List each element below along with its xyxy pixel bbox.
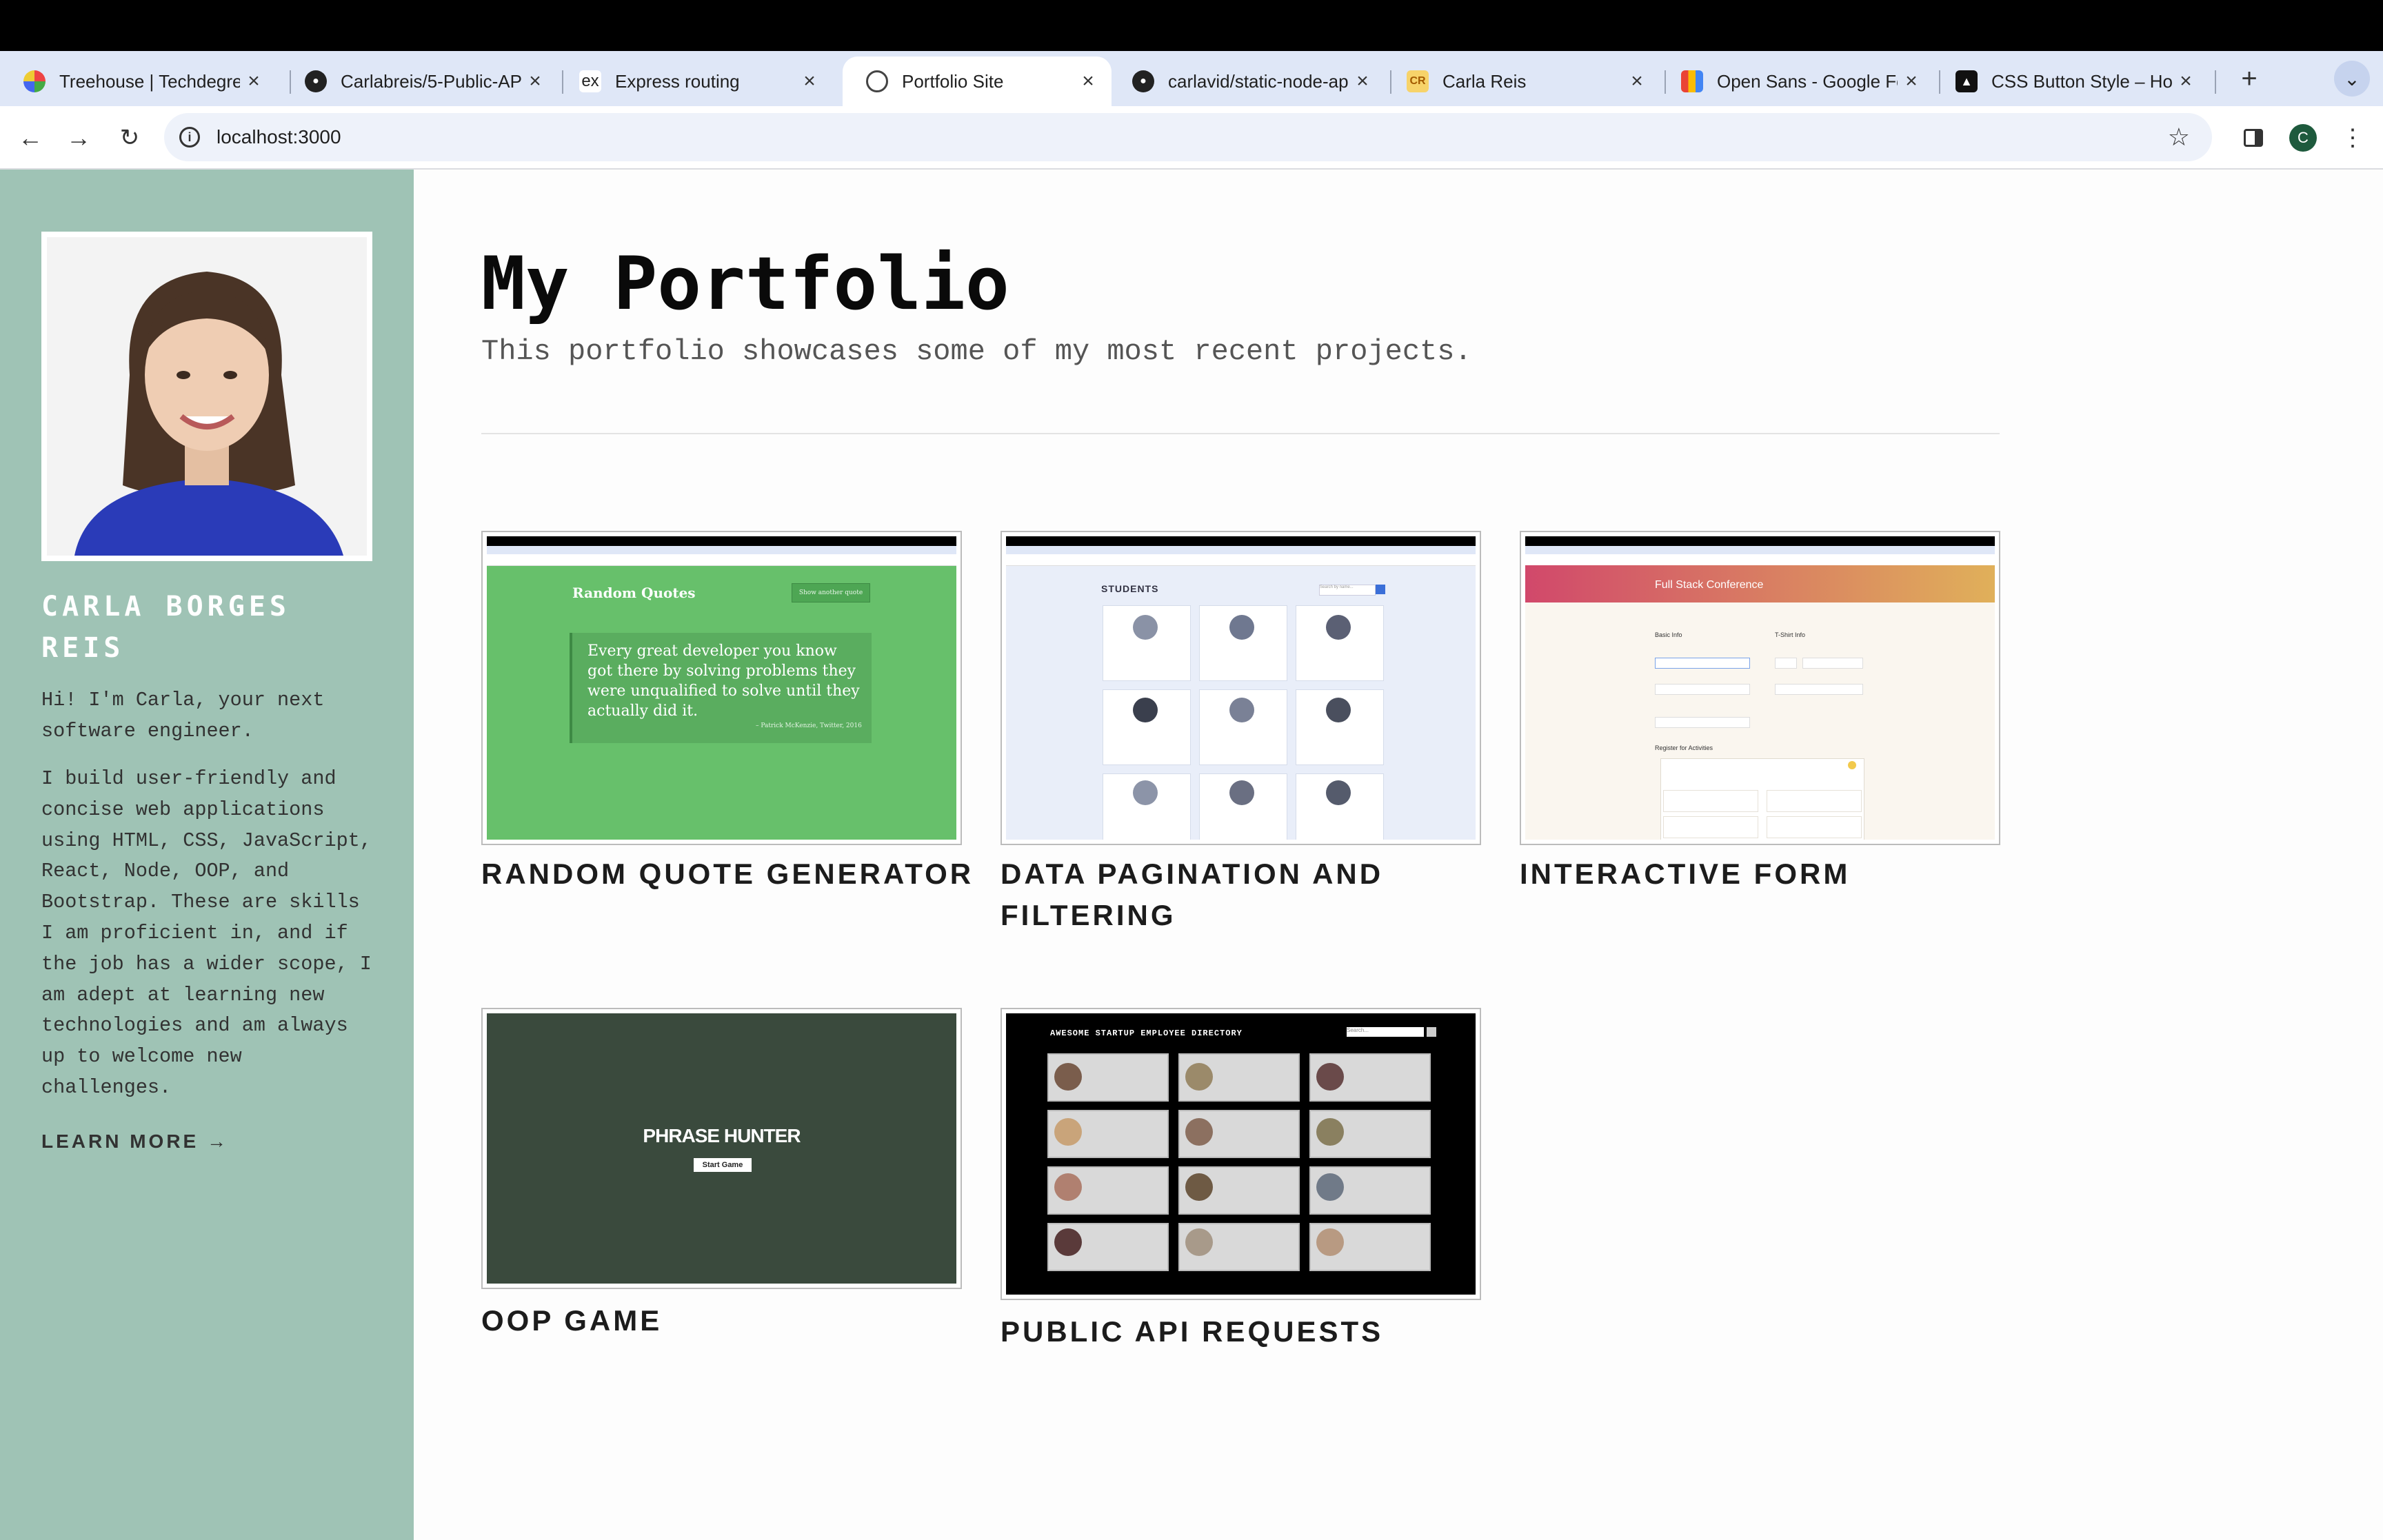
close-icon[interactable]: × [2172, 70, 2200, 93]
forward-arrow-icon[interactable]: → [62, 121, 95, 154]
tab-title: CSS Button Style – Hover [1991, 70, 2172, 92]
students-search: Search by name... [1319, 585, 1376, 596]
tab-divider [2215, 70, 2216, 94]
tab-css-button-style[interactable]: ▲ CSS Button Style – Hover × [1932, 57, 2209, 106]
github-icon: ● [1132, 70, 1154, 92]
project-thumbnail-interactive-form[interactable]: Full Stack Conference Basic Info T-Shirt… [1520, 531, 2000, 845]
sidebar-name: CARLA BORGES REIS [41, 591, 290, 664]
project-title[interactable]: DATA PAGINATION AND FILTERING [1001, 853, 1497, 936]
cr-icon: CR [1407, 70, 1429, 92]
start-game-button: Start Game [694, 1158, 752, 1172]
students-heading: STUDENTS [1101, 583, 1159, 594]
directory-search: Search... [1347, 1027, 1424, 1037]
quotes-heading: Random Quotes [572, 585, 696, 601]
project-thumbnail-random-quote[interactable]: Random Quotes Show another quote Every g… [481, 531, 962, 845]
project-title[interactable]: INTERACTIVE FORM [1520, 853, 2016, 895]
tab-title: Express routing [615, 70, 740, 92]
tab-open-sans[interactable]: Open Sans - Google Fonts × [1658, 57, 1935, 106]
sidebar-bio: I build user-friendly and concise web ap… [41, 767, 372, 1099]
tab-express-routing[interactable]: ex Express routing × [556, 57, 833, 106]
google-fonts-icon [1681, 70, 1703, 92]
tab-title: Carlabreis/5-Public-API [341, 70, 521, 92]
close-icon[interactable]: × [1623, 70, 1651, 93]
project-thumbnail-public-api[interactable]: AWESOME STARTUP EMPLOYEE DIRECTORY Searc… [1001, 1008, 1481, 1300]
tab-title: Open Sans - Google Fonts [1717, 70, 1898, 92]
bookmark-star-icon[interactable]: ☆ [2168, 123, 2190, 152]
address-url[interactable]: localhost:3000 [217, 126, 341, 148]
github-icon: ● [305, 70, 327, 92]
quote-text: Every great developer you know got there… [587, 642, 860, 720]
close-icon[interactable]: × [240, 70, 268, 93]
kebab-menu-icon[interactable]: ⋮ [2336, 121, 2369, 154]
page-viewport: CARLA BORGES REIS Hi! I'm Carla, your ne… [0, 170, 2383, 1540]
close-icon[interactable]: × [796, 70, 823, 93]
address-bar[interactable]: i localhost:3000 ☆ [164, 113, 2212, 161]
close-icon[interactable]: × [1349, 70, 1376, 93]
form-activities: Register for Activities [1655, 744, 1713, 751]
tab-treehouse[interactable]: Treehouse | Techdegree × [0, 57, 277, 106]
treehouse-icon [23, 70, 46, 92]
sidebar-intro: Hi! I'm Carla, your next software engine… [41, 689, 325, 742]
employee-cards-grid [1047, 1053, 1431, 1271]
tab-carla-reis[interactable]: CR Carla Reis × [1383, 57, 1660, 106]
globe-icon [866, 70, 888, 92]
tab-title: Carla Reis [1442, 70, 1527, 92]
page-subtitle: This portfolio showcases some of my most… [481, 335, 1472, 368]
quote-citation: – Patrick McKenzie, Twitter, 2016 [756, 722, 862, 729]
codepen-icon: ▲ [1955, 70, 1978, 92]
close-icon[interactable]: × [521, 70, 549, 93]
close-icon[interactable]: × [1898, 70, 1925, 93]
close-icon[interactable]: × [1074, 70, 1102, 93]
profile-photo [41, 232, 372, 561]
project-title[interactable]: PUBLIC API REQUESTS [1001, 1311, 1497, 1352]
tab-title: Portfolio Site [902, 70, 1004, 92]
project-thumbnail-data-pagination[interactable]: STUDENTS Search by name... [1001, 531, 1481, 845]
site-info-icon[interactable]: i [179, 127, 200, 148]
tab-static-node-app[interactable]: ● carlavid/static-node-app × [1109, 57, 1386, 106]
tab-search-button[interactable]: ⌄ [2334, 61, 2370, 97]
browser-toolbar: ← → ↻ i localhost:3000 ☆ C ⋮ [0, 106, 2383, 170]
window-top-bar [0, 0, 2383, 51]
reload-icon[interactable]: ↻ [113, 121, 146, 154]
form-banner-title: Full Stack Conference [1655, 579, 1764, 591]
tab-github-public-api[interactable]: ● Carlabreis/5-Public-API × [281, 57, 559, 106]
form-basic-info: Basic Info [1655, 631, 1682, 638]
directory-heading: AWESOME STARTUP EMPLOYEE DIRECTORY [1050, 1029, 1243, 1038]
side-panel-icon[interactable] [2237, 121, 2270, 154]
show-quote-button: Show another quote [792, 583, 870, 602]
project-title[interactable]: RANDOM QUOTE GENERATOR [481, 853, 978, 895]
game-heading: PHRASE HUNTER [643, 1125, 801, 1146]
new-tab-button[interactable]: + [2229, 51, 2270, 106]
tab-title: carlavid/static-node-app [1168, 70, 1349, 92]
portrait-illustration [47, 237, 367, 556]
learn-more-link[interactable]: LEARN MORE → [41, 1131, 229, 1153]
tab-strip: Treehouse | Techdegree × ● Carlabreis/5-… [0, 51, 2383, 106]
form-tshirt-info: T-Shirt Info [1775, 631, 1806, 638]
tab-title: Treehouse | Techdegree [59, 70, 240, 92]
sidebar: CARLA BORGES REIS Hi! I'm Carla, your ne… [0, 170, 414, 1540]
divider [481, 433, 2000, 434]
page-title: My Portfolio [481, 241, 1009, 326]
tab-portfolio-site[interactable]: Portfolio Site × [843, 57, 1112, 106]
express-icon: ex [579, 70, 601, 92]
project-title[interactable]: OOP GAME [481, 1300, 978, 1341]
back-arrow-icon[interactable]: ← [14, 121, 47, 154]
project-thumbnail-oop-game[interactable]: PHRASE HUNTER Start Game [481, 1008, 962, 1289]
profile-avatar[interactable]: C [2286, 121, 2320, 154]
